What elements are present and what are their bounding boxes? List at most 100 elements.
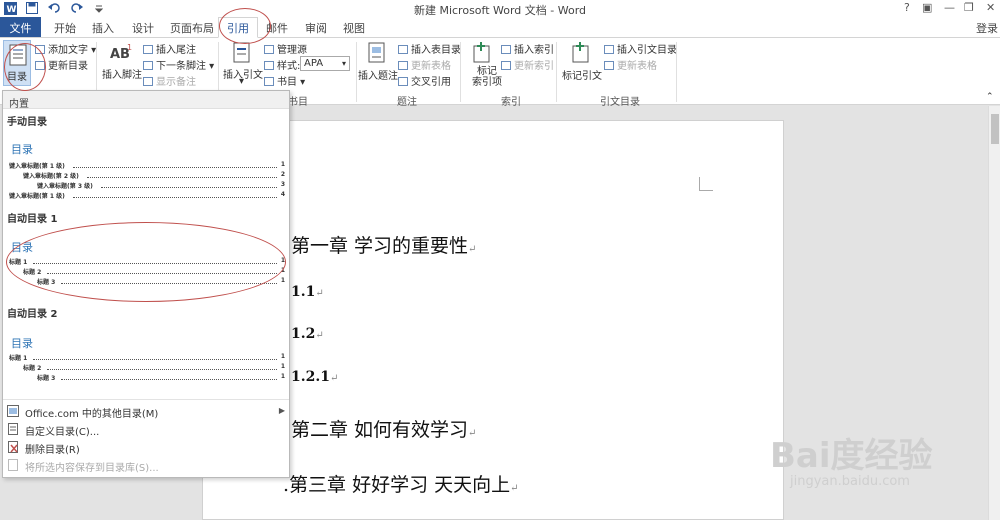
heading-1-1[interactable]: 1.1↵ — [291, 284, 324, 300]
insert-citation-icon — [233, 42, 250, 63]
chevron-right-icon: ▶ — [278, 406, 285, 415]
tab-design[interactable]: 设计 — [132, 20, 154, 36]
endnote-icon — [143, 45, 153, 54]
annotation-circle-references-tab — [219, 8, 271, 44]
collapse-ribbon-icon[interactable]: ⌃ — [986, 92, 994, 102]
scrollbar-thumb[interactable] — [991, 114, 999, 144]
insert-footnote-button[interactable]: AB 1 插入脚注 — [102, 42, 142, 82]
update-authorities-button[interactable]: 更新表格 — [604, 57, 657, 72]
update-icon — [398, 61, 408, 70]
restore-button[interactable]: ❐ — [964, 1, 974, 14]
menu-divider — [3, 399, 289, 400]
mark-entry-icon — [473, 42, 490, 63]
group-separator — [676, 42, 677, 102]
bibliography-button[interactable]: 书目 ▾ — [264, 73, 305, 88]
dropdown-header: 内置 — [3, 91, 289, 110]
tab-page-layout[interactable]: 页面布局 — [170, 20, 214, 36]
auto-toc-2-option[interactable]: 目录 标题 11 标题 21 标题 31 — [3, 319, 289, 389]
update-index-button[interactable]: 更新索引 — [501, 57, 554, 72]
insert-index-button[interactable]: 插入索引 — [501, 41, 554, 56]
toc-preview-line: 标题 31 — [37, 373, 285, 382]
cross-reference-icon — [398, 77, 408, 86]
style-icon — [264, 61, 274, 70]
manual-toc-option[interactable]: 目录 键入章标题(第 1 级) 1 键入章标题(第 2 级) 2 键入章标题(第 3… — [3, 127, 289, 207]
heading-1-2[interactable]: 1.2↵ — [291, 326, 324, 342]
custom-toc-item[interactable]: 自定义目录(C)... — [3, 421, 289, 438]
chevron-down-icon: ▾ — [341, 59, 346, 68]
table-of-authorities-icon — [604, 45, 614, 54]
insert-caption-icon — [368, 42, 385, 63]
manage-sources-icon — [264, 45, 274, 54]
tab-insert[interactable]: 插入 — [92, 20, 114, 36]
office-more-tocs-item[interactable]: Office.com 中的其他目录(M) ▶ — [3, 403, 289, 420]
insert-table-of-figures-button[interactable]: 插入表目录 — [398, 41, 461, 56]
style-select[interactable]: APA ▾ — [300, 56, 350, 71]
heading-chapter-2[interactable]: 第二章 如何有效学习↵ — [291, 415, 476, 442]
toc-preview-line: 键入章标题(第 2 级) 2 — [23, 171, 285, 180]
ribbon-tabs: 文件 开始 插入 设计 页面布局 引用 邮件 审阅 视图 登录 — [0, 17, 1000, 38]
save-selection-item[interactable]: 将所选内容保存到目录库(S)... — [3, 457, 289, 474]
toc-preview-line: 键入章标题(第 1 级) 1 — [9, 161, 285, 170]
cross-reference-button[interactable]: 交叉引用 — [398, 73, 451, 88]
bibliography-icon — [264, 77, 274, 86]
show-notes-icon — [143, 77, 153, 86]
next-footnote-icon — [143, 61, 153, 70]
update-table-button[interactable]: 更新表格 — [398, 57, 451, 72]
toc-preview-title: 目录 — [11, 337, 33, 350]
delete-toc-icon — [8, 441, 18, 453]
insert-citation-button[interactable]: 插入引文 ▾ — [222, 42, 263, 87]
annotation-circle-auto-toc-1 — [6, 222, 286, 302]
window-title: 新建 Microsoft Word 文档 - Word — [413, 4, 587, 17]
table-of-figures-icon — [398, 45, 408, 54]
footnote-icon: AB1 — [110, 43, 132, 62]
custom-toc-icon — [8, 423, 18, 435]
ribbon-display-button[interactable]: ▣ — [922, 1, 932, 14]
save-to-gallery-icon — [8, 459, 18, 471]
close-button[interactable]: ✕ — [986, 1, 995, 14]
show-notes-button[interactable]: 显示备注 — [143, 73, 196, 88]
group-separator — [460, 42, 461, 102]
tab-file[interactable]: 文件 — [0, 17, 41, 37]
toc-preview-line: 标题 21 — [23, 363, 285, 372]
heading-chapter-3[interactable]: .第三章 好好学习 天天向上↵ — [283, 470, 519, 497]
mark-citation-icon — [572, 42, 589, 63]
tab-home[interactable]: 开始 — [54, 20, 76, 36]
tab-view[interactable]: 视图 — [343, 20, 365, 36]
mark-citation-button[interactable]: 标记引文 — [561, 42, 602, 86]
toc-preview-line: 键入章标题(第 3 级) 3 — [37, 181, 285, 190]
insert-index-icon — [501, 45, 511, 54]
title-bar: W 新建 Microsoft Word 文档 - Word ? ▣ — ❐ ✕ — [0, 0, 1000, 17]
style-label: 样式: — [264, 57, 300, 72]
add-text-button[interactable]: 添加文字 ▾ — [35, 41, 96, 56]
insert-table-of-authorities-button[interactable]: 插入引文目录 — [604, 41, 677, 56]
help-button[interactable]: ? — [904, 1, 910, 14]
toc-preview-line: 键入章标题(第 1 级) 4 — [9, 191, 285, 200]
annotation-circle-toc-button — [4, 43, 46, 91]
chevron-down-icon: ▾ — [239, 76, 245, 87]
toc-preview-title: 目录 — [11, 143, 33, 156]
next-footnote-button[interactable]: 下一条脚注 ▾ — [143, 57, 214, 72]
mark-entry-button[interactable]: 标记 索引项 — [466, 42, 502, 90]
svg-text:1: 1 — [127, 43, 132, 52]
auto-toc-2-label: 自动目录 2 — [7, 309, 58, 320]
heading-1-2-1[interactable]: 1.2.1↵ — [291, 369, 338, 385]
margin-corner-mark — [699, 177, 713, 191]
heading-chapter-1[interactable]: 第一章 学习的重要性↵ — [291, 231, 476, 258]
manual-toc-label: 手动目录 — [7, 117, 47, 128]
vertical-scrollbar[interactable] — [988, 106, 1000, 520]
minimize-button[interactable]: — — [944, 1, 955, 14]
watermark-brand: Bai度经验 — [770, 436, 933, 476]
update-icon — [501, 61, 511, 70]
update-icon — [604, 61, 614, 70]
insert-caption-button[interactable]: 插入题注 — [357, 42, 398, 86]
insert-endnote-button[interactable]: 插入尾注 — [143, 41, 196, 56]
manage-sources-button[interactable]: 管理源 — [264, 41, 307, 56]
group-separator — [556, 42, 557, 102]
office-icon — [7, 405, 19, 417]
tab-review[interactable]: 审阅 — [305, 20, 327, 36]
delete-toc-item[interactable]: 删除目录(R) — [3, 439, 289, 456]
toc-preview-line: 标题 11 — [9, 353, 285, 362]
auto-toc-1-label: 自动目录 1 — [7, 214, 58, 225]
login-link[interactable]: 登录 — [976, 20, 998, 36]
watermark-url: jingyan.baidu.com — [790, 474, 910, 489]
